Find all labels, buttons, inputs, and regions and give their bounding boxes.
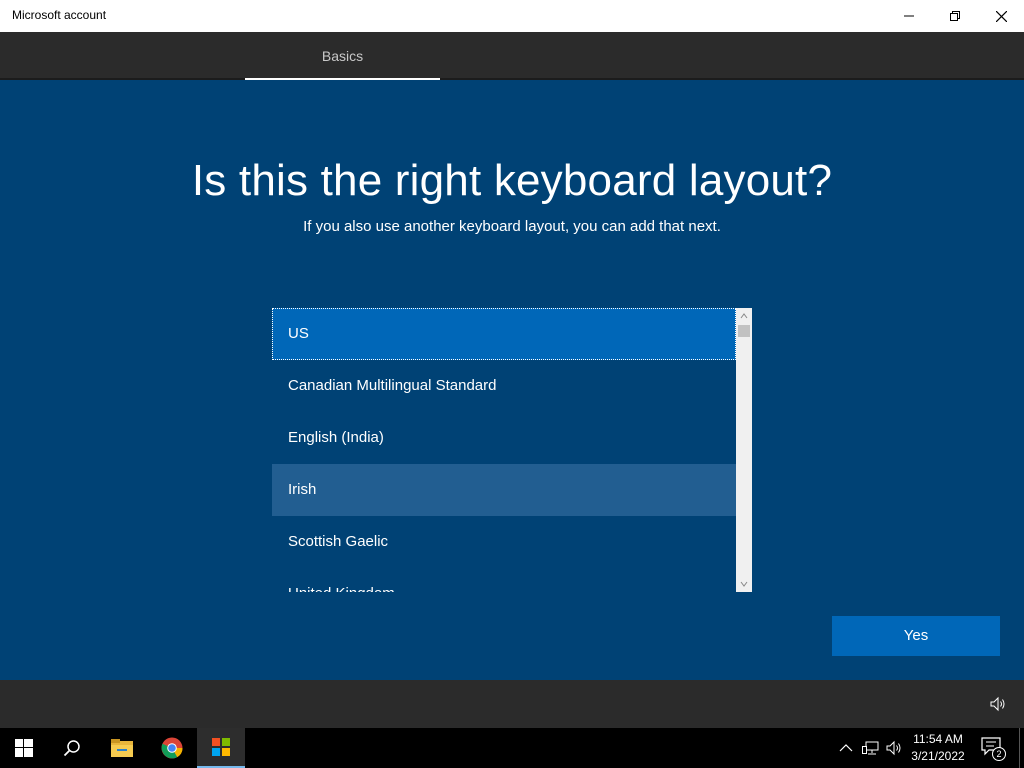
volume-icon xyxy=(990,696,1005,712)
clock-time: 11:54 AM xyxy=(913,732,963,746)
tab-basics-label: Basics xyxy=(321,48,364,64)
microsoft-store-button[interactable] xyxy=(197,728,245,768)
windows-start-icon xyxy=(15,739,33,757)
clock-date: 3/21/2022 xyxy=(911,749,965,763)
keyboard-layout-list[interactable]: US Canadian Multilingual Standard Englis… xyxy=(272,308,752,592)
scroll-up-arrow[interactable] xyxy=(736,308,752,324)
chrome-button[interactable] xyxy=(148,728,196,768)
main-content: Is this the right keyboard layout? If yo… xyxy=(0,80,1024,680)
list-item-united-kingdom[interactable]: United Kingdom xyxy=(272,568,736,592)
file-explorer-button[interactable] xyxy=(98,728,146,768)
show-hidden-icons-button[interactable] xyxy=(836,738,856,758)
chevron-up-icon xyxy=(740,313,748,319)
page-title: Is this the right keyboard layout? xyxy=(191,156,833,205)
list-item-us[interactable]: US xyxy=(272,308,736,360)
search-icon xyxy=(63,740,80,757)
title-bar: Microsoft account xyxy=(0,0,1024,32)
accessibility-volume-button[interactable] xyxy=(988,694,1008,714)
action-center-button[interactable]: 2 xyxy=(980,736,1006,761)
window-title: Microsoft account xyxy=(12,8,107,22)
volume-tray-button[interactable] xyxy=(885,738,905,758)
list-item-canadian-multilingual[interactable]: Canadian Multilingual Standard xyxy=(272,360,736,412)
file-explorer-icon xyxy=(111,739,133,757)
scroll-thumb[interactable] xyxy=(738,325,750,337)
oobe-nav-bar: Basics xyxy=(0,32,1024,80)
close-button[interactable] xyxy=(978,0,1024,32)
volume-icon xyxy=(886,740,901,756)
list-item-irish[interactable]: Irish xyxy=(272,464,736,516)
close-icon xyxy=(995,10,1007,22)
oobe-bottom-bar xyxy=(0,680,1024,728)
list-item-scottish-gaelic[interactable]: Scottish Gaelic xyxy=(272,516,736,568)
chrome-icon xyxy=(161,737,183,759)
scroll-down-arrow[interactable] xyxy=(736,576,752,592)
tab-basics: Basics xyxy=(245,32,440,80)
start-button[interactable] xyxy=(0,728,48,768)
search-button[interactable] xyxy=(48,728,96,768)
restore-icon xyxy=(950,11,960,21)
restore-button[interactable] xyxy=(932,0,978,32)
chevron-up-icon xyxy=(839,744,853,752)
network-icon xyxy=(862,741,879,755)
show-desktop-button[interactable] xyxy=(1019,728,1020,768)
taskbar-clock[interactable]: 11:54 AM 3/21/2022 xyxy=(906,731,970,765)
microsoft-store-icon xyxy=(212,738,230,756)
list-item-english-india[interactable]: English (India) xyxy=(272,412,736,464)
minimize-icon xyxy=(904,15,914,17)
minimize-button[interactable] xyxy=(886,0,932,32)
taskbar: 11:54 AM 3/21/2022 2 xyxy=(0,728,1024,768)
notification-badge: 2 xyxy=(992,747,1006,761)
page-subtitle: If you also use another keyboard layout,… xyxy=(303,218,721,235)
list-scrollbar[interactable] xyxy=(736,308,752,592)
yes-button[interactable]: Yes xyxy=(832,616,1000,656)
chevron-down-icon xyxy=(740,581,748,587)
network-tray-button[interactable] xyxy=(861,738,881,758)
